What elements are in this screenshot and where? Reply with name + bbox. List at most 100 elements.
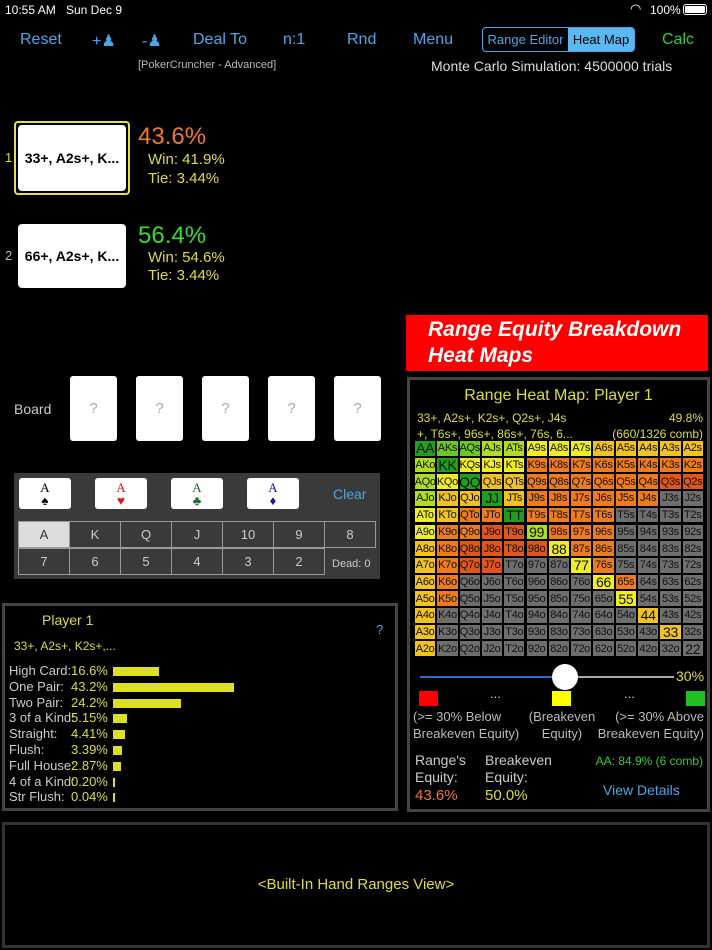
hand-cell-K2s[interactable]: K2s	[681, 456, 704, 474]
hand-cell-73o[interactable]: 73o	[570, 623, 593, 641]
menu-button[interactable]: Menu	[413, 31, 453, 49]
hand-cell-T3s[interactable]: T3s	[659, 506, 682, 524]
hand-cell-98o[interactable]: 98o	[525, 540, 548, 557]
hand-cell-T2s[interactable]: T2s	[681, 506, 704, 524]
hand-cell-K4o[interactable]: K4o	[436, 607, 459, 624]
add-player-button[interactable]: +♟	[92, 31, 116, 51]
hand-cell-53o[interactable]: 53o	[614, 623, 637, 641]
hand-cell-72s[interactable]: 72s	[681, 556, 704, 574]
hand-cell-K9s[interactable]: K9s	[525, 456, 548, 474]
hand-cell-KQo[interactable]: KQo	[436, 473, 459, 491]
hand-cell-T5o[interactable]: T5o	[503, 590, 526, 607]
hand-cell-K3o[interactable]: K3o	[436, 623, 459, 641]
deal-to-button[interactable]: Deal To	[193, 31, 247, 49]
hand-cell-Q2s[interactable]: Q2s	[681, 473, 704, 491]
hand-cell-K8s[interactable]: K8s	[547, 456, 571, 474]
ace-of-diamonds[interactable]: A ♦	[247, 478, 299, 509]
slider-thumb[interactable]	[551, 664, 578, 690]
hand-cell-J7s[interactable]: J7s	[570, 490, 593, 507]
hand-cell-T5s[interactable]: T5s	[614, 506, 637, 524]
hand-cell-T8s[interactable]: T8s	[547, 506, 571, 524]
hand-cell-J5o[interactable]: J5o	[480, 590, 504, 607]
hand-cell-K2o[interactable]: K2o	[436, 640, 459, 658]
hand-cell-AQs[interactable]: AQs	[458, 440, 481, 457]
board-card-5[interactable]: ?	[334, 376, 381, 441]
hand-cell-53s[interactable]: 53s	[659, 590, 682, 607]
hand-cell-99[interactable]: 99	[525, 523, 548, 541]
hand-cell-82s[interactable]: 82s	[681, 540, 704, 557]
hand-cell-Q9s[interactable]: Q9s	[525, 473, 548, 491]
hand-cell-87o[interactable]: 87o	[547, 556, 571, 574]
hand-cell-JTs[interactable]: JTs	[503, 490, 526, 507]
hand-cell-JTo[interactable]: JTo	[480, 506, 504, 524]
hand-cell-95s[interactable]: 95s	[614, 523, 637, 541]
hand-cell-K7s[interactable]: K7s	[570, 456, 593, 474]
hand-cell-T6s[interactable]: T6s	[592, 506, 615, 524]
hand-cell-J4s[interactable]: J4s	[637, 490, 660, 507]
hand-cell-96o[interactable]: 96o	[525, 573, 548, 591]
hand-cell-QJs[interactable]: QJs	[480, 473, 504, 491]
hand-cell-K3s[interactable]: K3s	[659, 456, 682, 474]
hand-cell-K8o[interactable]: K8o	[436, 540, 459, 557]
hand-cell-75s[interactable]: 75s	[614, 556, 637, 574]
hand-cell-Q5o[interactable]: Q5o	[458, 590, 481, 607]
hand-cell-84o[interactable]: 84o	[547, 607, 571, 624]
hand-cell-94o[interactable]: 94o	[525, 607, 548, 624]
hand-cell-T2o[interactable]: T2o	[503, 640, 526, 658]
hand-cell-J3s[interactable]: J3s	[659, 490, 682, 507]
hand-cell-A8o[interactable]: A8o	[414, 540, 437, 557]
hand-cell-T4s[interactable]: T4s	[637, 506, 660, 524]
hand-cell-J2s[interactable]: J2s	[681, 490, 704, 507]
hand-cell-A7o[interactable]: A7o	[414, 556, 437, 574]
hand-cell-43o[interactable]: 43o	[637, 623, 660, 641]
tab-range-editor[interactable]: Range Editor	[483, 28, 568, 51]
hand-cell-A5s[interactable]: A5s	[614, 440, 637, 457]
hand-cell-Q5s[interactable]: Q5s	[614, 473, 637, 491]
rank-button-2[interactable]: 2	[273, 548, 325, 575]
rank-button-A[interactable]: A	[18, 521, 70, 548]
hand-cell-J6o[interactable]: J6o	[480, 573, 504, 591]
hand-cell-95o[interactable]: 95o	[525, 590, 548, 607]
hand-cell-Q4s[interactable]: Q4s	[637, 473, 660, 491]
hand-cell-Q8s[interactable]: Q8s	[547, 473, 571, 491]
hand-cell-82o[interactable]: 82o	[547, 640, 571, 658]
rank-button-10[interactable]: 10	[222, 521, 274, 548]
hand-cell-32o[interactable]: 32o	[659, 640, 682, 658]
hand-cell-62o[interactable]: 62o	[592, 640, 615, 658]
hand-cell-43s[interactable]: 43s	[659, 607, 682, 624]
hand-cell-77[interactable]: 77	[570, 556, 593, 574]
rank-button-7[interactable]: 7	[18, 548, 70, 575]
hand-cell-J8s[interactable]: J8s	[547, 490, 571, 507]
hand-cell-74s[interactable]: 74s	[637, 556, 660, 574]
hand-cell-83o[interactable]: 83o	[547, 623, 571, 641]
hand-cell-QTs[interactable]: QTs	[503, 473, 526, 491]
hand-cell-76s[interactable]: 76s	[592, 556, 615, 574]
hand-cell-88[interactable]: 88	[547, 540, 571, 557]
hand-cell-96s[interactable]: 96s	[592, 523, 615, 541]
hand-cell-A3s[interactable]: A3s	[659, 440, 682, 457]
hand-cell-44[interactable]: 44	[637, 607, 660, 624]
hand-cell-KQs[interactable]: KQs	[458, 456, 481, 474]
hand-cell-T7s[interactable]: T7s	[570, 506, 593, 524]
hand-cell-97o[interactable]: 97o	[525, 556, 548, 574]
hand-cell-54o[interactable]: 54o	[614, 607, 637, 624]
hand-cell-74o[interactable]: 74o	[570, 607, 593, 624]
board-card-2[interactable]: ?	[136, 376, 183, 441]
hand-cell-J2o[interactable]: J2o	[480, 640, 504, 658]
player-1-range-card[interactable]: 33+, A2s+, K...	[18, 125, 126, 191]
hand-cell-98s[interactable]: 98s	[547, 523, 571, 541]
hand-cell-QQ[interactable]: QQ	[458, 473, 481, 491]
hand-cell-A6s[interactable]: A6s	[592, 440, 615, 457]
rank-button-8[interactable]: 8	[324, 521, 376, 548]
hand-cell-86o[interactable]: 86o	[547, 573, 571, 591]
hand-cell-33[interactable]: 33	[659, 623, 682, 641]
hand-cell-A4s[interactable]: A4s	[637, 440, 660, 457]
hand-cell-AJs[interactable]: AJs	[480, 440, 504, 457]
hand-cell-TT[interactable]: TT	[503, 506, 526, 524]
hand-cell-86s[interactable]: 86s	[592, 540, 615, 557]
rank-button-4[interactable]: 4	[171, 548, 223, 575]
reset-button[interactable]: Reset	[20, 31, 62, 49]
hand-cell-J9o[interactable]: J9o	[480, 523, 504, 541]
hand-cell-KJo[interactable]: KJo	[436, 490, 459, 507]
hand-cell-75o[interactable]: 75o	[570, 590, 593, 607]
